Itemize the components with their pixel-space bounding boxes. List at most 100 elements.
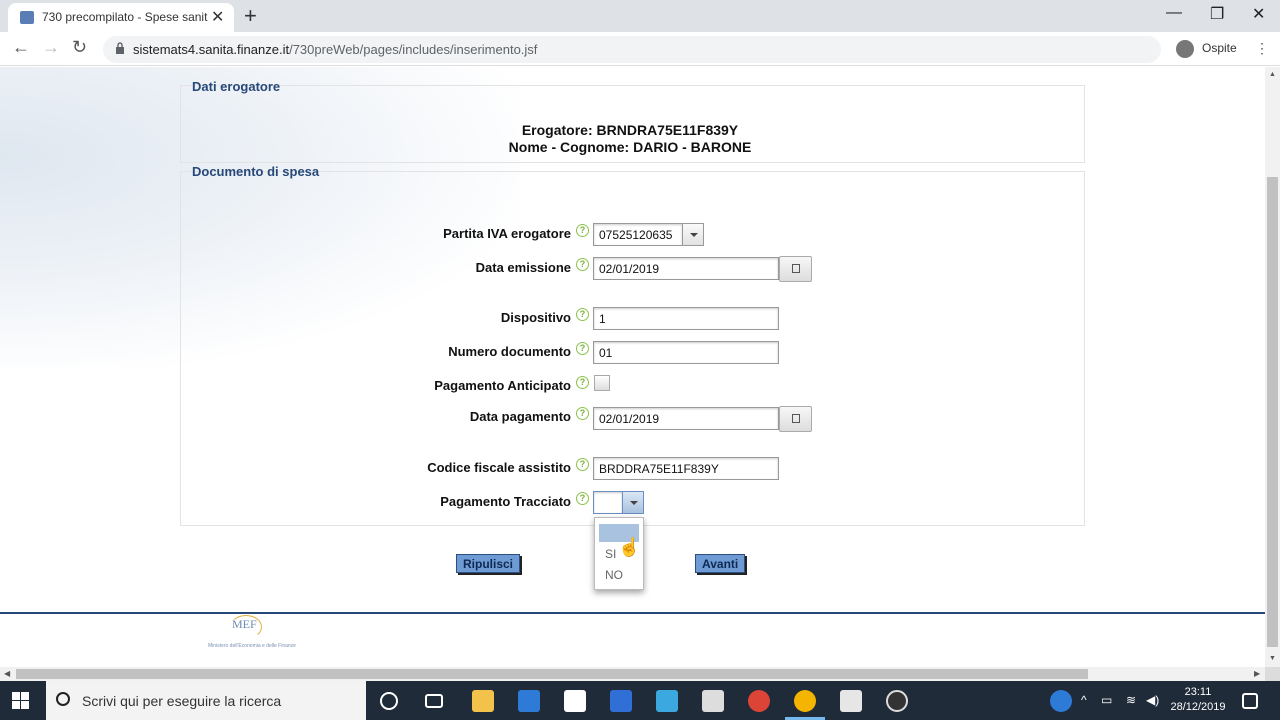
ripulisci-button[interactable]: Ripulisci [456,554,521,573]
start-tile [12,692,20,700]
codice-fiscale-field[interactable]: BRDDRA75E11F839Y [593,457,779,480]
notifications-icon[interactable] [1242,693,1258,709]
window-close-icon[interactable]: ✕ [1252,4,1265,24]
new-tab-icon[interactable]: + [244,3,257,29]
calendar-icon [792,264,800,273]
calendar-button[interactable] [779,406,812,432]
task-view-icon[interactable] [425,694,443,708]
volume-icon[interactable]: ◀) [1146,693,1159,707]
chrome-icon[interactable] [748,690,770,712]
profile-label: Ospite [1202,41,1237,55]
back-icon[interactable]: ← [12,37,30,58]
label-data-pagamento: Data pagamento [469,409,571,424]
scroll-up-icon[interactable]: ▲ [1269,71,1276,78]
partita-iva-select[interactable]: 07525120635 [593,223,683,246]
dropbox-icon[interactable] [610,690,632,712]
close-tab-icon[interactable]: ✕ [211,7,224,27]
erogatore-code: Erogatore: BRNDRA75E11F839Y [521,122,739,138]
label-numero-documento: Numero documento [448,344,571,359]
label-codice-fiscale: Codice fiscale assistito [427,460,571,475]
label-pagamento-tracciato: Pagamento Tracciato [440,494,571,509]
url-path: /730preWeb/pages/includes/inserimento.js… [289,42,538,57]
pagamento-tracciato-dropdown-button[interactable] [622,491,644,514]
minimize-icon[interactable]: — [1166,4,1182,22]
restore-icon[interactable]: ❐ [1210,4,1224,24]
store-icon[interactable] [518,690,540,712]
amazon-icon[interactable] [564,690,586,712]
url-text: sistemats4.sanita.finanze.it/730preWeb/p… [133,42,537,57]
mef-logo: MEF Ministero dell'Economia e delle Fina… [208,615,296,655]
help-icon[interactable]: ? [576,224,589,237]
start-tile [21,701,29,709]
scroll-left-icon[interactable]: ◀ [4,669,10,678]
lock-icon [116,42,124,54]
section-title-erogatore: Dati erogatore [192,79,281,94]
file-explorer-icon[interactable] [472,690,494,712]
cortana-icon[interactable] [380,692,398,710]
numero-documento-field[interactable]: 01 [593,341,779,364]
footer-divider [0,612,1265,614]
menu-icon[interactable]: ⋮ [1255,40,1269,57]
mef-logo-text: MEF [232,617,257,631]
dispositivo-field[interactable]: 1 [593,307,779,330]
help-icon[interactable]: ? [576,342,589,355]
browser-tab-strip: 730 precompilato - Spese sanitarie ✕ + —… [0,0,1280,32]
clock-time: 23:11 [1184,686,1212,698]
calendar-button[interactable] [779,256,812,282]
help-icon[interactable]: ? [576,492,589,505]
vertical-scrollbar[interactable]: ▲ ▼ [1265,67,1280,667]
profile-button[interactable]: Ospite [1172,36,1247,60]
vertical-scroll-thumb[interactable] [1267,177,1278,647]
partita-iva-dropdown-button[interactable] [682,223,704,246]
search-icon [56,692,70,706]
taskbar-search[interactable]: Scrivi qui per eseguire la ricerca [46,681,366,720]
clock-date: 28/12/2019 [1170,701,1226,713]
site-favicon-icon [20,11,34,24]
pagamento-tracciato-select[interactable] [593,491,623,514]
horizontal-scrollbar[interactable]: ◀ ▶ [0,667,1265,681]
label-dispositivo: Dispositivo [500,310,571,325]
help-icon[interactable]: ? [576,407,589,420]
pagamento-anticipato-checkbox[interactable] [594,375,610,391]
data-pagamento-field[interactable]: 02/01/2019 [593,407,779,430]
option-no[interactable]: NO [599,566,639,584]
photos-icon[interactable] [840,690,862,712]
chevron-down-icon [690,233,698,237]
url-host: sistemats4.sanita.finanze.it [133,42,290,57]
avanti-button[interactable]: Avanti [695,554,746,573]
hand-cursor-icon: ☝ [618,537,641,557]
windows-start-icon[interactable] [12,692,29,709]
start-tile [12,701,20,709]
mail-icon[interactable] [702,690,724,712]
scroll-right-icon[interactable]: ▶ [1254,669,1260,678]
battery-icon[interactable]: ▭ [1101,693,1112,707]
help-tray-icon[interactable] [1050,690,1072,712]
scroll-down-icon[interactable]: ▼ [1269,655,1276,662]
start-tile [21,692,29,700]
section-title-documento: Documento di spesa [192,164,320,179]
browser-tab[interactable]: 730 precompilato - Spese sanitarie ✕ [8,3,234,32]
horizontal-scroll-thumb[interactable] [16,669,1088,679]
help-icon[interactable]: ? [576,308,589,321]
reload-icon[interactable]: ↻ [72,37,87,58]
browser-toolbar: ← → ↻ sistemats4.sanita.finanze.it/730pr… [0,32,1280,66]
address-bar[interactable]: sistemats4.sanita.finanze.it/730preWeb/p… [103,36,1161,63]
chrome-active-icon[interactable] [794,690,816,712]
erogatore-name: Nome - Cognome: DARIO - BARONE [508,139,752,155]
taskbar-clock[interactable]: 23:11 28/12/2019 [1168,685,1228,715]
scrollbar-corner [1265,667,1280,681]
help-icon[interactable]: ? [576,258,589,271]
lightning-app-icon[interactable] [656,690,678,712]
forward-icon[interactable]: → [42,37,60,58]
data-emissione-field[interactable]: 02/01/2019 [593,257,779,280]
mef-logo-subtitle: Ministero dell'Economia e delle Finanze [208,643,296,649]
label-partita-iva: Partita IVA erogatore [443,226,571,241]
avatar-icon [1176,40,1194,58]
tab-title: 730 precompilato - Spese sanitarie [42,10,208,24]
wifi-icon[interactable]: ≋ [1126,693,1136,707]
help-icon[interactable]: ? [576,376,589,389]
taskbar: Scrivi qui per eseguire la ricerca ^ ▭ ≋… [0,681,1280,720]
tray-chevron-icon[interactable]: ^ [1081,693,1087,707]
help-icon[interactable]: ? [576,458,589,471]
obs-icon[interactable] [886,690,908,712]
